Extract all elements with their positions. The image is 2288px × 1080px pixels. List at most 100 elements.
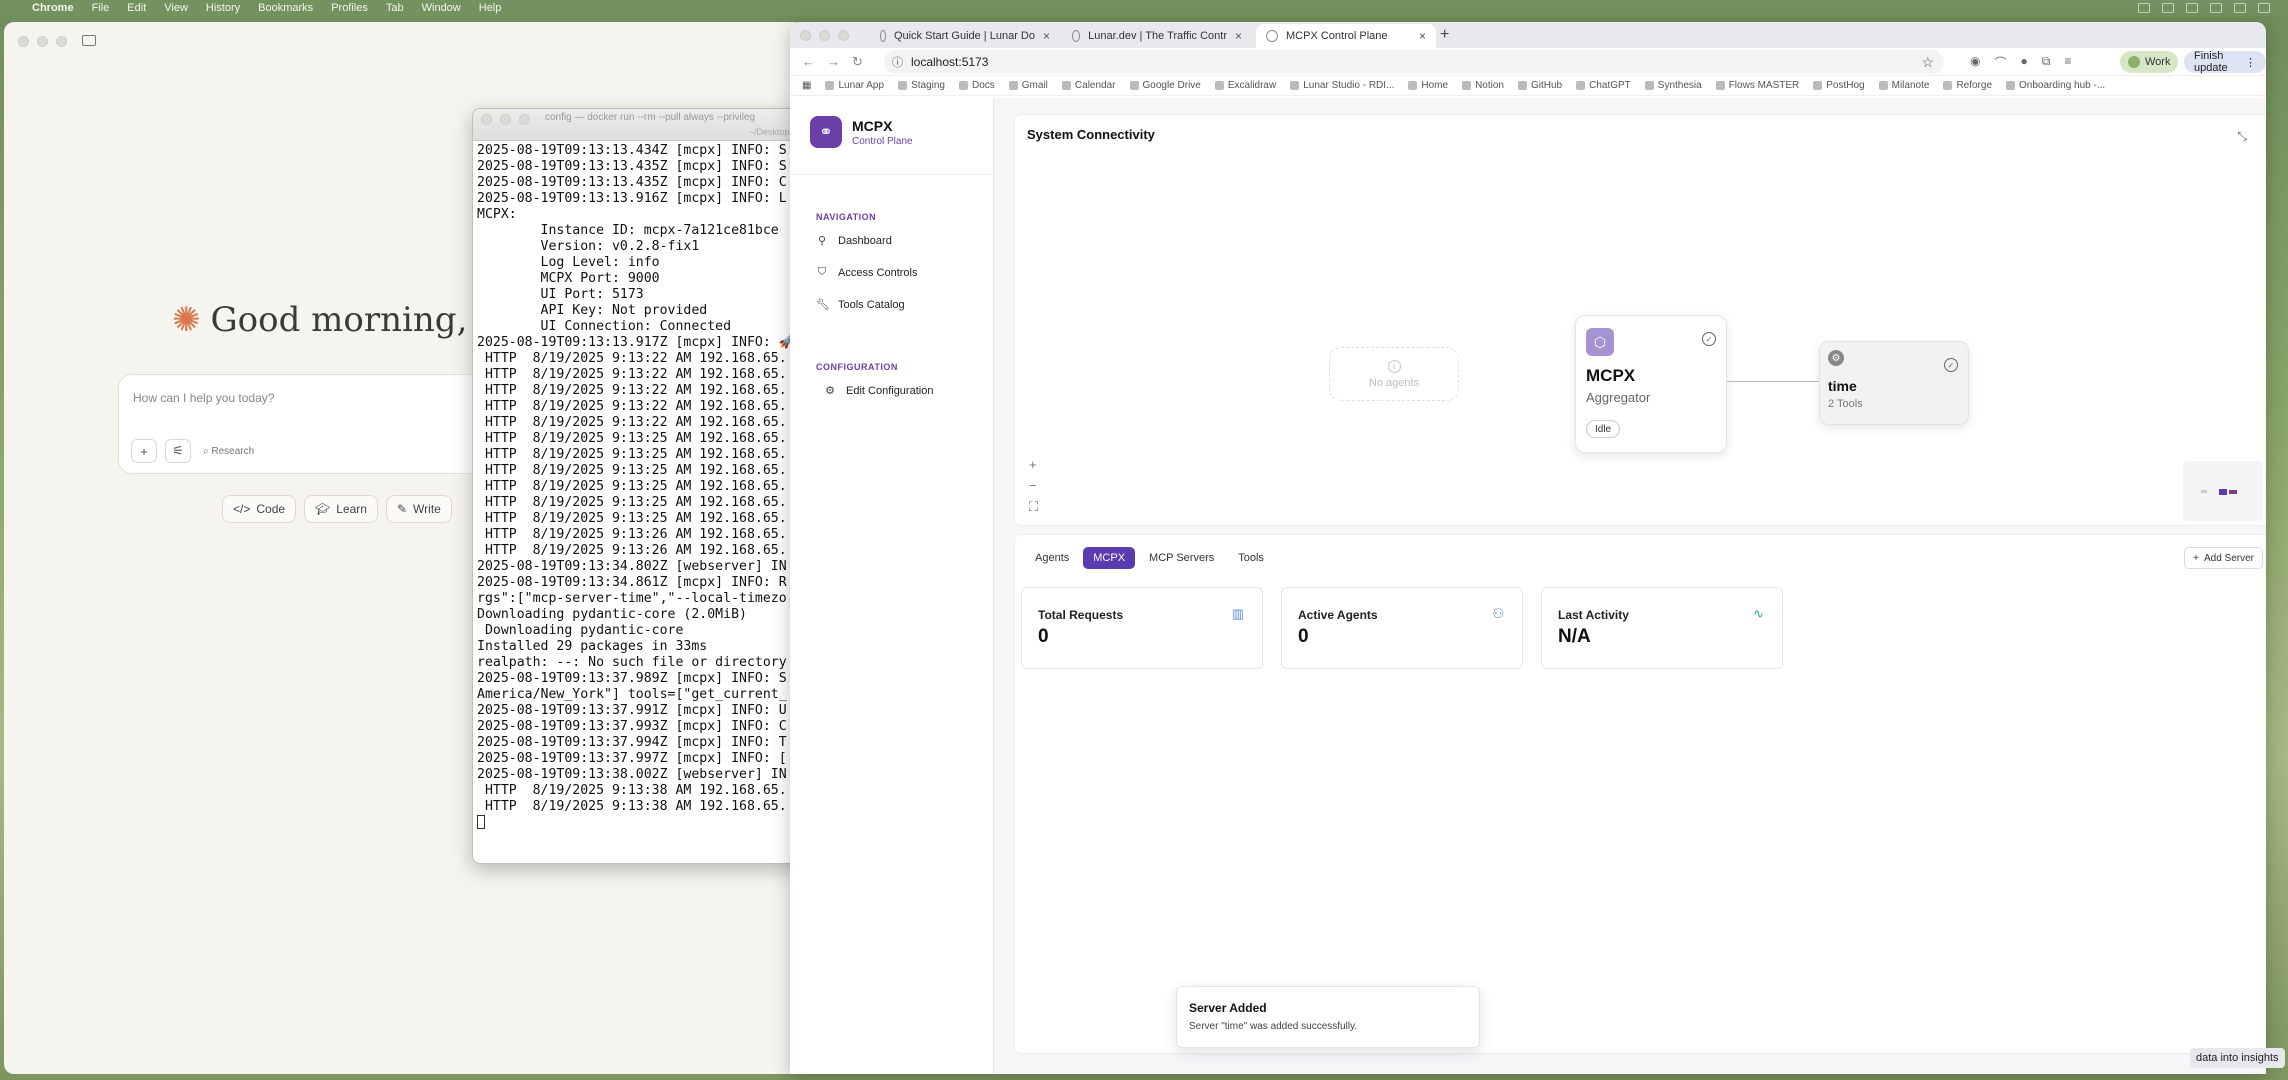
tray-icon[interactable] (2162, 3, 2174, 13)
reload-icon[interactable]: ↻ (852, 54, 863, 70)
tray-icon[interactable] (2234, 3, 2246, 13)
close-window-button[interactable] (18, 36, 29, 47)
toast-notification[interactable]: Server Added Server "time" was added suc… (1176, 986, 1480, 1048)
minimize-window-button[interactable] (500, 114, 511, 125)
bookmark-item[interactable]: PostHog (1813, 80, 1865, 91)
tray-icon[interactable] (2186, 3, 2198, 13)
menu-file[interactable]: File (92, 2, 110, 14)
sidebar-item-dashboard[interactable]: ⚲ Dashboard (816, 234, 892, 248)
bookmark-item[interactable]: Home (1408, 80, 1448, 91)
add-attachment-button[interactable]: + (131, 439, 157, 463)
bookmark-item[interactable]: Lunar Studio - RDI... (1290, 80, 1394, 91)
bookmark-item[interactable]: ChatGPT (1576, 80, 1631, 91)
puzzle-icon[interactable]: ⧉ (2042, 54, 2051, 71)
zoom-window-button[interactable] (838, 30, 849, 41)
media-icon[interactable]: ≡ (2064, 54, 2071, 71)
profile-button[interactable]: Work (2120, 51, 2179, 73)
terminal-window[interactable]: config — docker run --rm --pull always -… (472, 108, 802, 864)
sidebar-item-access-controls[interactable]: ⛉ Access Controls (816, 266, 918, 279)
browser-tab[interactable]: Quick Start Guide | Lunar Do × (870, 24, 1060, 48)
sidebar-item-tools-catalog[interactable]: 🔧︎ Tools Catalog (816, 298, 905, 312)
browser-tab-active[interactable]: MCPX Control Plane × (1256, 24, 1436, 48)
new-tab-button[interactable]: + (1440, 26, 1449, 44)
terminal-titlebar[interactable]: config — docker run --rm --pull always -… (473, 109, 801, 141)
terminal-output[interactable]: 2025-08-19T09:13:13.434Z [mcpx] INFO: S … (473, 141, 801, 833)
minimap[interactable] (2183, 461, 2263, 521)
add-server-button[interactable]: + Add Server (2184, 547, 2263, 569)
bookmark-item[interactable]: Flows MASTER (1715, 80, 1799, 91)
back-icon[interactable]: ← (802, 54, 815, 69)
tab-tools[interactable]: Tools (1228, 547, 1274, 569)
bookmark-item[interactable]: Docs (958, 80, 995, 91)
menu-view[interactable]: View (164, 2, 188, 14)
zoom-window-button[interactable] (519, 114, 530, 125)
sidebar-item-edit-configuration[interactable]: ⚙ Edit Configuration (824, 384, 933, 398)
browser-tab[interactable]: Lunar.dev | The Traffic Contr × (1062, 24, 1252, 48)
bookmark-item[interactable]: Synthesia (1644, 80, 1702, 91)
minimize-window-button[interactable] (819, 30, 830, 41)
code-button[interactable]: </> Code (222, 495, 297, 523)
close-tab-icon[interactable]: × (1043, 29, 1050, 43)
bookmark-item[interactable]: Gmail (1008, 80, 1048, 91)
menu-history[interactable]: History (206, 2, 240, 14)
mcpx-aggregator-node[interactable]: ⬡ ✓ MCPX Aggregator Idle (1575, 315, 1727, 453)
tray-icon[interactable] (2210, 3, 2222, 13)
tab-agents[interactable]: Agents (1025, 547, 1079, 569)
extension-icon[interactable]: ● (2021, 54, 2028, 71)
bookmark-star-icon[interactable]: ☆ (1921, 54, 1934, 71)
bookmark-item[interactable]: Google Drive (1129, 80, 1201, 91)
bookmark-item[interactable]: Staging (898, 80, 945, 91)
extension-icon[interactable]: ◉ (1970, 54, 1980, 71)
insight-tag[interactable]: data into insights (2190, 1048, 2285, 1068)
menu-window[interactable]: Window (422, 2, 461, 14)
sidebar-toggle-icon[interactable] (82, 35, 96, 46)
menu-tab[interactable]: Tab (386, 2, 404, 14)
tray-icon[interactable] (2258, 3, 2270, 13)
bookmark-item[interactable]: Onboarding hub -... (2006, 80, 2105, 91)
address-bar[interactable]: ⓘ localhost:5173 ☆ (884, 50, 1944, 74)
chat-input-placeholder[interactable]: How can I help you today? (133, 391, 274, 405)
bookmark-item[interactable]: Reforge (1943, 80, 1992, 91)
bookmark-item[interactable]: Notion (1462, 80, 1504, 91)
learn-button[interactable]: 🎓︎ Learn (304, 495, 378, 523)
terminal-line: Downloading pydantic-core (484, 623, 684, 638)
close-tab-icon[interactable]: × (1235, 29, 1242, 43)
url-text[interactable]: localhost:5173 (911, 55, 988, 69)
write-button[interactable]: ✎ Write (385, 495, 452, 523)
bookmark-item[interactable]: GitHub (1517, 80, 1562, 91)
server-node-time[interactable]: ⚙ ✓ time 2 Tools (1819, 341, 1969, 425)
close-tab-icon[interactable]: × (1419, 29, 1426, 43)
zoom-window-button[interactable] (56, 36, 67, 47)
fit-view-icon[interactable]: ⛶ (1029, 499, 1038, 515)
terminal-line: 2025-08-19T09:13:34.802Z [webserver] IN (477, 559, 787, 574)
menu-bookmarks[interactable]: Bookmarks (258, 2, 313, 14)
menu-app-name[interactable]: Chrome (32, 2, 74, 14)
forward-icon[interactable]: → (827, 54, 840, 69)
close-window-button[interactable] (481, 114, 492, 125)
brand[interactable]: ⚭ MCPX Control Plane (810, 116, 913, 148)
collapse-icon[interactable]: ⤡ (2237, 129, 2247, 144)
menu-profiles[interactable]: Profiles (331, 2, 368, 14)
zoom-in-icon[interactable]: + (1029, 457, 1038, 472)
finish-update-button[interactable]: Finish update ⋮ (2184, 50, 2266, 74)
menu-help[interactable]: Help (479, 2, 502, 14)
bookmark-item[interactable]: Excalidraw (1214, 80, 1276, 91)
site-info-icon[interactable]: ⓘ (892, 54, 903, 70)
chrome-window-controls (800, 30, 849, 41)
apps-grid-icon[interactable]: ▦ (802, 80, 811, 91)
extension-icon[interactable]: ⌒ (1994, 54, 2006, 71)
bookmark-item[interactable]: Milanote (1878, 80, 1929, 91)
minimize-window-button[interactable] (37, 36, 48, 47)
bookmark-item[interactable]: Calendar (1061, 80, 1116, 91)
menu-edit[interactable]: Edit (127, 2, 146, 14)
zoom-out-icon[interactable]: − (1029, 478, 1038, 493)
tray-icon[interactable] (2138, 3, 2150, 13)
bookmark-favicon-icon (1008, 81, 1018, 90)
tab-mcpx[interactable]: MCPX (1083, 547, 1136, 569)
sidebar-divider (790, 174, 994, 175)
tools-sliders-button[interactable]: ⚟ (165, 439, 191, 463)
bookmark-item[interactable]: Lunar App (825, 80, 884, 91)
tab-mcp-servers[interactable]: MCP Servers (1139, 547, 1224, 569)
close-window-button[interactable] (800, 30, 811, 41)
research-button[interactable]: ⌕ Research (203, 446, 254, 457)
